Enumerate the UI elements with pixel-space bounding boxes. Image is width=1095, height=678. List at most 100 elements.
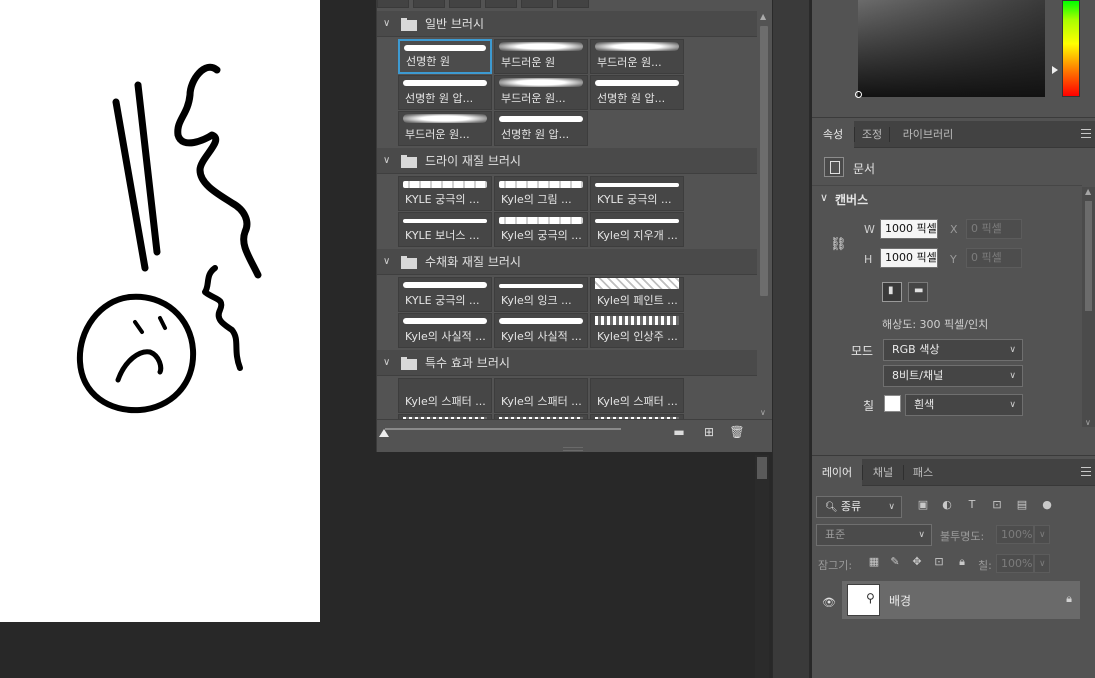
- filter-toggle-icon[interactable]: ●: [1040, 498, 1054, 512]
- new-group-icon[interactable]: ▬: [671, 425, 687, 439]
- width-input[interactable]: 1000 픽셀: [880, 219, 938, 239]
- brush-group-general[interactable]: ∨ 일반 브러시: [377, 11, 757, 37]
- scroll-down-icon[interactable]: ∨: [1085, 418, 1091, 427]
- brush-tile[interactable]: 부드러운 원...: [398, 111, 492, 146]
- brush-tile[interactable]: 선명한 원: [398, 39, 492, 74]
- brush-tile[interactable]: 부드러운 원: [494, 39, 588, 74]
- chevron-down-icon: ∨: [1034, 554, 1050, 573]
- brush-tile[interactable]: Kyle의 그림 ...: [494, 176, 588, 211]
- brush-tile[interactable]: Kyle의 지우개 ...: [590, 212, 684, 247]
- brush-tile[interactable]: 부드러운 원...: [590, 39, 684, 74]
- scrollbar-thumb[interactable]: [757, 457, 767, 479]
- color-picker-marker[interactable]: [855, 91, 862, 98]
- hue-slider[interactable]: [1062, 0, 1080, 97]
- panel-resize-grip[interactable]: [563, 447, 583, 451]
- document-canvas[interactable]: [0, 0, 320, 622]
- portrait-orientation-button[interactable]: ▮: [882, 282, 902, 302]
- zigzag-line-2: [202, 265, 243, 371]
- lock-position-icon[interactable]: ✥: [910, 555, 924, 569]
- layer-filter-select[interactable]: 🔍︎ 종류 ∨: [816, 496, 902, 518]
- type-filter-icon[interactable]: T: [965, 498, 979, 512]
- brush-group-watercolor[interactable]: ∨ 수채화 재질 브러시: [377, 249, 757, 275]
- scrollbar-thumb[interactable]: [1085, 201, 1092, 311]
- color-saturation-field[interactable]: [858, 0, 1045, 97]
- smartobject-filter-icon[interactable]: ▤: [1015, 498, 1029, 512]
- canvas-vertical-scrollbar[interactable]: [755, 455, 769, 678]
- brush-tile[interactable]: 선명한 원 압...: [494, 111, 588, 146]
- color-picker-panel: [812, 0, 1095, 118]
- height-input[interactable]: 1000 픽셀: [880, 248, 938, 268]
- brush-size-slider[interactable]: [385, 428, 621, 430]
- lock-all-icon[interactable]: 🔒︎: [955, 555, 969, 569]
- recent-brush-preset[interactable]: [521, 0, 553, 8]
- new-brush-icon[interactable]: ⊞: [701, 425, 717, 439]
- tab-layers[interactable]: 레이어: [812, 459, 862, 486]
- brush-tile[interactable]: KYLE 궁극의 ...: [398, 176, 492, 211]
- brush-tile[interactable]: Kyle의 스패터 ...: [398, 378, 492, 413]
- brush-list-scrollbar[interactable]: ▲ ∨: [758, 12, 770, 417]
- tab-libraries[interactable]: 라이브러리: [890, 121, 966, 148]
- shape-filter-icon[interactable]: ⊡: [990, 498, 1004, 512]
- brush-tile[interactable]: Kyle의 궁극의 ...: [494, 212, 588, 247]
- layer-row[interactable]: 배경 🔒︎: [842, 581, 1080, 619]
- lock-pixels-icon[interactable]: ✎: [888, 555, 902, 569]
- trash-icon[interactable]: 🗑: [729, 425, 745, 439]
- lock-artboard-icon[interactable]: ⊡: [932, 555, 946, 569]
- brush-tile[interactable]: KYLE 보너스 ...: [398, 212, 492, 247]
- brush-tile[interactable]: Kyle의 페인트 ...: [590, 277, 684, 312]
- recent-brush-preset[interactable]: [413, 0, 445, 8]
- chevron-down-icon: ∨: [383, 155, 391, 166]
- brush-tile[interactable]: Kyle의 사실적 ...: [398, 313, 492, 348]
- brush-list: ∨ 일반 브러시 선명한 원 부드러운 원 부드러운 원... 선명한 원 압.…: [377, 9, 757, 419]
- chevron-down-icon[interactable]: ∨: [820, 191, 828, 204]
- brush-tile-label: Kyle의 궁극의 ...: [501, 229, 582, 242]
- color-mode-select[interactable]: RGB 색상 ∨: [883, 339, 1023, 361]
- bit-depth-select[interactable]: 8비트/채널 ∨: [883, 365, 1023, 387]
- brush-size-slider-knob[interactable]: [379, 429, 389, 437]
- lock-transparent-icon[interactable]: ▦: [867, 555, 881, 569]
- recent-brush-preset[interactable]: [485, 0, 517, 8]
- pixel-filter-icon[interactable]: ▣: [916, 498, 930, 512]
- fill-select[interactable]: 흰색 ∨: [905, 394, 1023, 416]
- properties-body: 문서 ∨ 캔버스 W 1000 픽셀 X 0 픽셀 ⛓ H 1000 픽셀 Y …: [812, 149, 1082, 429]
- scroll-up-icon[interactable]: ▲: [1085, 187, 1091, 196]
- brush-tile[interactable]: 부드러운 원...: [494, 75, 588, 110]
- chevron-down-icon: ∨: [1034, 525, 1050, 544]
- tab-properties[interactable]: 속성: [812, 121, 854, 148]
- properties-scrollbar[interactable]: ▲ ∨: [1082, 187, 1095, 427]
- link-icon[interactable]: ⛓: [830, 237, 847, 252]
- eye-icon[interactable]: 👁︎: [822, 596, 836, 609]
- hue-slider-arrow[interactable]: [1052, 66, 1058, 74]
- tab-paths[interactable]: 패스: [904, 459, 942, 486]
- scroll-down-icon[interactable]: ∨: [760, 408, 766, 417]
- brush-group-special[interactable]: ∨ 특수 효과 브러시: [377, 350, 757, 376]
- tab-channels[interactable]: 채널: [863, 459, 903, 486]
- recent-brush-preset[interactable]: [449, 0, 481, 8]
- y-label: Y: [950, 253, 957, 266]
- scrollbar-thumb[interactable]: [760, 26, 768, 296]
- chevron-down-icon: ∨: [1009, 400, 1016, 410]
- panel-menu-icon[interactable]: [1081, 467, 1091, 476]
- brush-tile[interactable]: Kyle의 잉크 ...: [494, 277, 588, 312]
- tab-adjustments[interactable]: 조정: [855, 121, 889, 148]
- recent-brush-preset[interactable]: [557, 0, 589, 8]
- landscape-orientation-button[interactable]: ▬: [908, 282, 928, 302]
- brush-tile[interactable]: Kyle의 스패터 ...: [590, 378, 684, 413]
- fill-color-swatch[interactable]: [884, 395, 901, 412]
- folder-icon: [401, 256, 417, 269]
- brush-tile[interactable]: 선명한 원 압...: [398, 75, 492, 110]
- lock-icon[interactable]: 🔒︎: [1066, 592, 1072, 606]
- brush-tile[interactable]: Kyle의 인상주 ...: [590, 313, 684, 348]
- brush-tile[interactable]: KYLE 궁극의 ...: [398, 277, 492, 312]
- scroll-up-icon[interactable]: ▲: [760, 12, 766, 21]
- brush-tile[interactable]: Kyle의 스패터 ...: [494, 378, 588, 413]
- x-input: 0 픽셀: [966, 219, 1022, 239]
- chevron-down-icon: ∨: [888, 502, 895, 512]
- brush-tile[interactable]: KYLE 궁극의 ...: [590, 176, 684, 211]
- brush-tile[interactable]: Kyle의 사실적 ...: [494, 313, 588, 348]
- panel-menu-icon[interactable]: [1081, 129, 1091, 138]
- adjustment-filter-icon[interactable]: ◐: [940, 498, 954, 512]
- brush-group-dry[interactable]: ∨ 드라이 재질 브러시: [377, 148, 757, 174]
- brush-tile[interactable]: 선명한 원 압...: [590, 75, 684, 110]
- recent-brush-preset[interactable]: [377, 0, 409, 8]
